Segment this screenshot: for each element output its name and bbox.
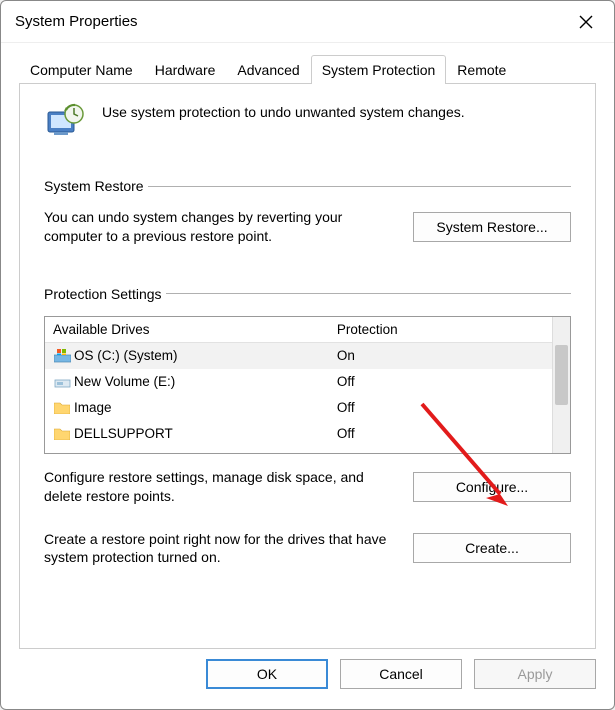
system-restore-row: You can undo system changes by reverting…: [44, 208, 571, 246]
drive-protection: Off: [329, 421, 552, 446]
drive-protection: On: [329, 343, 552, 368]
windows-drive-icon: [53, 348, 71, 364]
scrollbar[interactable]: [552, 317, 570, 453]
titlebar: System Properties: [1, 1, 614, 43]
protection-settings-legend-text: Protection Settings: [44, 286, 162, 302]
system-properties-dialog: System Properties Computer Name Hardware…: [0, 0, 615, 710]
drive-protection: Off: [329, 369, 552, 394]
protection-settings-legend: Protection Settings: [44, 286, 571, 302]
drive-row[interactable]: Image Off: [45, 395, 552, 421]
drive-row[interactable]: OS (C:) (System) On: [45, 343, 552, 369]
ok-button[interactable]: OK: [206, 659, 328, 689]
system-restore-button[interactable]: System Restore...: [413, 212, 571, 242]
configure-button[interactable]: Configure...: [413, 472, 571, 502]
folder-icon: [53, 400, 71, 416]
drive-icon: [53, 374, 71, 390]
drive-label: DELLSUPPORT: [74, 426, 173, 441]
drive-row[interactable]: New Volume (E:) Off: [45, 369, 552, 395]
system-restore-desc: You can undo system changes by reverting…: [44, 208, 393, 246]
system-restore-legend-text: System Restore: [44, 178, 144, 194]
footer: OK Cancel Apply: [1, 659, 614, 709]
tab-advanced[interactable]: Advanced: [226, 55, 310, 84]
scrollbar-thumb[interactable]: [555, 345, 568, 405]
intro-section: Use system protection to undo unwanted s…: [44, 102, 571, 146]
intro-text: Use system protection to undo unwanted s…: [102, 102, 465, 120]
folder-icon: [53, 426, 71, 442]
tab-system-protection[interactable]: System Protection: [311, 55, 447, 84]
tab-computer-name[interactable]: Computer Name: [19, 55, 144, 84]
close-button[interactable]: [566, 6, 606, 38]
system-restore-legend: System Restore: [44, 178, 571, 194]
tab-remote[interactable]: Remote: [446, 55, 517, 84]
col-header-drives[interactable]: Available Drives: [45, 317, 329, 342]
configure-desc: Configure restore settings, manage disk …: [44, 468, 393, 506]
system-protection-icon: [44, 102, 88, 146]
drive-label: Image: [74, 400, 112, 415]
drive-protection: Off: [329, 395, 552, 420]
drives-header: Available Drives Protection: [45, 317, 552, 343]
create-desc: Create a restore point right now for the…: [44, 530, 393, 568]
drives-list[interactable]: Available Drives Protection OS (C:) (Sys…: [44, 316, 571, 454]
drive-label: New Volume (E:): [74, 374, 175, 389]
create-button[interactable]: Create...: [413, 533, 571, 563]
drive-row[interactable]: DELLSUPPORT Off: [45, 421, 552, 447]
apply-button[interactable]: Apply: [474, 659, 596, 689]
create-row: Create a restore point right now for the…: [44, 530, 571, 568]
tabs: Computer Name Hardware Advanced System P…: [1, 43, 614, 84]
drive-label: OS (C:) (System): [74, 348, 178, 363]
cancel-button[interactable]: Cancel: [340, 659, 462, 689]
window-title: System Properties: [15, 13, 138, 30]
tab-hardware[interactable]: Hardware: [144, 55, 227, 84]
close-icon: [579, 15, 593, 29]
col-header-protection[interactable]: Protection: [329, 317, 552, 342]
tab-panel: Use system protection to undo unwanted s…: [19, 84, 596, 649]
configure-row: Configure restore settings, manage disk …: [44, 468, 571, 506]
